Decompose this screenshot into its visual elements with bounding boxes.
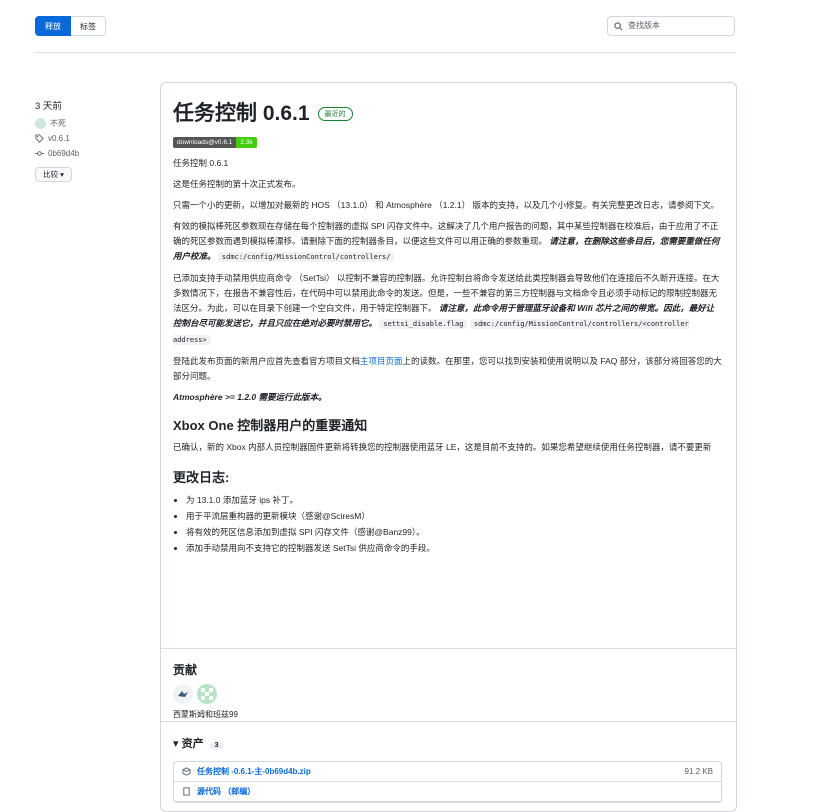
- tab-releases[interactable]: 释放: [35, 16, 71, 36]
- commit-icon: [35, 150, 44, 156]
- changelog-item: 将有效的死区信息添加到虚拟 SPI 闪存文件（感谢@Banz99）。: [186, 524, 722, 540]
- search-input[interactable]: 查找版本: [607, 16, 735, 36]
- release-title[interactable]: 任务控制 0.6.1: [173, 97, 310, 127]
- top-bar: 释放 标签 查找版本: [35, 16, 735, 38]
- tenth-paragraph: 这是任务控制的第十次正式发布。: [173, 179, 301, 189]
- author-name[interactable]: 不死: [50, 118, 66, 129]
- xbox-heading: Xbox One 控制器用户的重要通知: [173, 418, 368, 433]
- header-divider: [35, 52, 736, 53]
- contributors-heading: 贡献: [173, 663, 198, 677]
- changelog-list: 为 13.1.0 添加蓝牙 ips 补丁。 用于平流层重构器的更新模块（感谢@S…: [173, 492, 722, 556]
- assets-list: 任务控制 -0.6.1-主-0b69d4b.zip 91.2 KB 源代码 （邮…: [173, 761, 722, 803]
- release-meta: 3 天前 不死 v0.6.1 0b69d4b 比较 ▾: [35, 98, 145, 182]
- fox-icon: [178, 691, 188, 697]
- spi-paragraph: 有效的模拟棒死区参数现在存储在每个控制器的虚拟 SPI 闪存文件中。这解决了几个…: [173, 219, 722, 265]
- contributor-names: 西蒙斯姆和班兹99: [173, 710, 238, 719]
- downloads-badge-count: 2.3k: [236, 137, 257, 148]
- downloads-badge: downloads@v0.6.1 2.3k: [173, 137, 257, 148]
- asset-size: 91.2 KB: [684, 767, 713, 776]
- contributor-avatar-banz99[interactable]: [197, 684, 217, 704]
- commit-hash[interactable]: 0b69d4b: [48, 149, 79, 158]
- package-icon: [182, 767, 191, 776]
- settsi-paragraph: 已添加支持手动禁用供应商命令 （SetTsi） 以控制不兼容的控制器。允许控制台…: [173, 271, 722, 348]
- contrib-divider: [161, 648, 736, 649]
- latest-badge: 最近的: [317, 106, 353, 121]
- assets-toggle[interactable]: ▾ 资产 3: [173, 735, 722, 751]
- asset-row[interactable]: 任务控制 -0.6.1-主-0b69d4b.zip 91.2 KB: [174, 762, 721, 782]
- readme-paragraph: 登陆此发布页面的新用户应首先查看官方项目文档主项目页面上的读数。在那里，您可以找…: [173, 354, 722, 384]
- controllers-path-code: sdmc:/config/MissionControl/controllers/: [217, 252, 395, 262]
- search-icon: [614, 22, 623, 31]
- tag-row[interactable]: v0.6.1: [35, 133, 145, 143]
- compare-button[interactable]: 比较 ▾: [35, 167, 72, 182]
- main-project-link[interactable]: 主项目页面: [360, 356, 403, 366]
- assets-count: 3: [209, 742, 224, 749]
- search-placeholder: 查找版本: [628, 21, 660, 30]
- changelog-heading: 更改日志:: [173, 470, 230, 485]
- author-row[interactable]: 不死: [35, 117, 145, 129]
- contributor-avatars: [173, 684, 722, 704]
- release-tabs: 释放 标签: [35, 16, 106, 36]
- commit-row[interactable]: 0b69d4b: [35, 148, 145, 158]
- identicon-icon: [201, 688, 213, 700]
- settsi-flag-code: settsi_disable.flag: [379, 319, 468, 329]
- release-card: 任务控制 0.6.1 最近的 downloads@v0.6.1 2.3k 任务控…: [160, 82, 737, 812]
- changelog-item: 用于平流层重构器的更新模块（感谢@SciresM）: [186, 508, 722, 524]
- changelog-item: 添加手动禁用向不支持它的控制器发送 SetTsi 供应商命令的手段。: [186, 540, 722, 556]
- version-paragraph: 任务控制 0.6.1: [173, 158, 229, 168]
- atmosphere-requirement: Atmosphère >= 1.2.0 需要运行此版本。: [173, 392, 327, 402]
- tag-name[interactable]: v0.6.1: [48, 134, 70, 143]
- downloads-badge-label: downloads@v0.6.1: [173, 137, 237, 148]
- asset-name[interactable]: 源代码 （邮编）: [197, 786, 713, 797]
- assets-heading: ▾ 资产: [173, 738, 204, 750]
- changelog-item: 为 13.1.0 添加蓝牙 ips 补丁。: [186, 492, 722, 508]
- tag-icon: [35, 133, 44, 143]
- tab-tags[interactable]: 标签: [71, 16, 106, 36]
- xbox-paragraph: 已确认，新的 Xbox 内部人员控制器固件更新将转换您的控制器使用蓝牙 LE，这…: [173, 442, 712, 452]
- contributor-avatar-sciresm[interactable]: [173, 684, 193, 704]
- asset-row[interactable]: 源代码 （邮编）: [174, 782, 721, 802]
- release-time: 3 天前: [35, 101, 62, 112]
- small-update-paragraph: 只需一个小的更新，以增加对最新的 HOS （13.1.0） 和 Atmosphè…: [173, 200, 719, 210]
- assets-divider: [161, 721, 736, 722]
- readme-text-1: 登陆此发布页面的新用户应首先查看官方项目文档: [173, 356, 361, 366]
- asset-name[interactable]: 任务控制 -0.6.1-主-0b69d4b.zip: [197, 766, 685, 777]
- author-avatar: [35, 117, 46, 129]
